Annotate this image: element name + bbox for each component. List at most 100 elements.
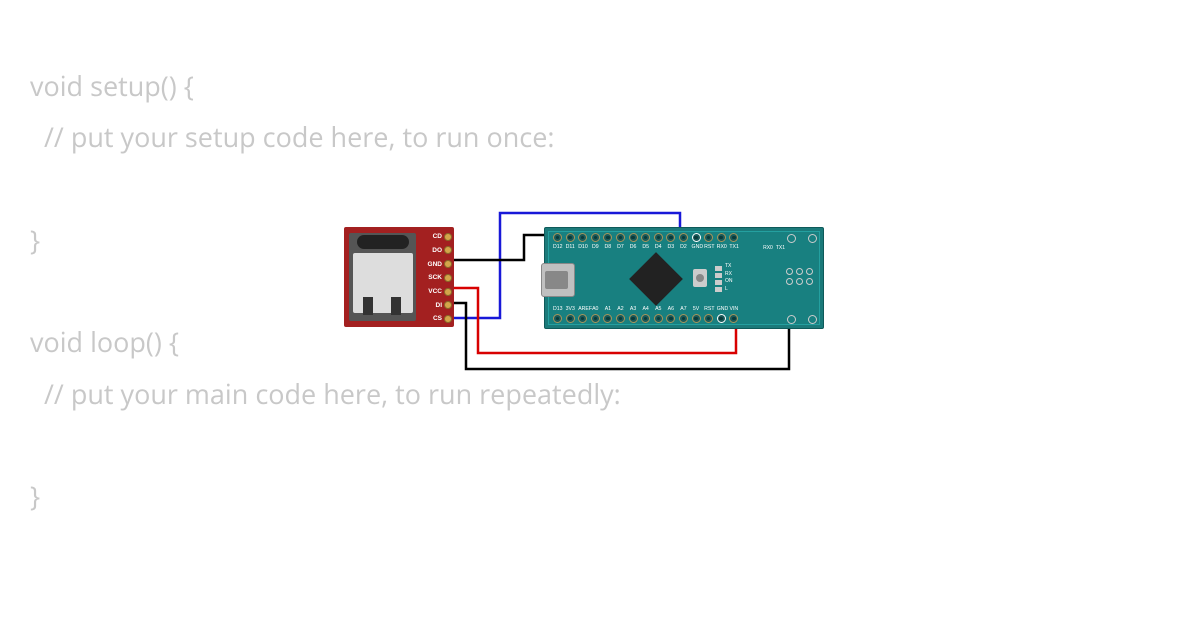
reset-button[interactable] — [693, 269, 707, 287]
code-line: // put your setup code here, to run once… — [30, 118, 555, 155]
pin-label: D5 — [641, 244, 650, 250]
code-line: } — [30, 477, 40, 514]
code-line: } — [30, 221, 40, 258]
sd-pin-cd[interactable]: CD — [428, 231, 452, 243]
sd-slot — [349, 233, 416, 321]
pin-label: D10 — [578, 244, 587, 250]
icsp-header — [786, 268, 813, 295]
pin-label: A0 — [591, 306, 600, 312]
led-icon — [715, 273, 722, 278]
pin-hole-icon — [444, 301, 452, 309]
code-line: void loop() { — [30, 323, 179, 360]
pad-icon — [806, 268, 813, 275]
nano-pin-5v[interactable] — [692, 314, 701, 323]
nano-pin-d13[interactable] — [553, 314, 562, 323]
pin-label: GND — [692, 244, 701, 250]
sd-pin-do[interactable]: DO — [428, 245, 452, 257]
led-icon — [715, 266, 722, 271]
nano-pin-d10[interactable] — [578, 233, 587, 242]
sd-pin-di[interactable]: DI — [428, 299, 452, 311]
sd-pin-sck[interactable]: SCK — [428, 272, 452, 284]
nano-pin-a5[interactable] — [654, 314, 663, 323]
nano-pin-tx1[interactable] — [729, 233, 738, 242]
nano-pin-aref[interactable] — [578, 314, 587, 323]
pin-label: RST — [704, 306, 713, 312]
nano-pin-3v3[interactable] — [566, 314, 575, 323]
nano-pin-gnd[interactable] — [717, 314, 726, 323]
arduino-nano[interactable]: TX RX ON L D12D11D10D9D8D7D6D5D4D3D2GNDR… — [544, 227, 824, 329]
pin-hole-icon — [444, 288, 452, 296]
pin-label: A1 — [603, 306, 612, 312]
nano-pin-d3[interactable] — [666, 233, 675, 242]
pin-label: AREF — [578, 306, 587, 312]
pin-label: D8 — [603, 244, 612, 250]
nano-pin-a0[interactable] — [591, 314, 600, 323]
led-icon — [715, 287, 722, 292]
usb-port-icon — [541, 263, 575, 297]
pin-label: D4 — [654, 244, 663, 250]
nano-pin-d9[interactable] — [591, 233, 600, 242]
pin-hole-icon — [444, 233, 452, 241]
pin-label: A3 — [629, 306, 638, 312]
sd-battery-icon — [357, 235, 409, 249]
pin-hole-icon — [444, 274, 452, 282]
nano-pin-d6[interactable] — [629, 233, 638, 242]
nano-bottom-labels: D133V3AREFA0A1A2A3A4A5A6A75VRSTGNDVIN — [553, 306, 738, 312]
nano-pin-rx0[interactable] — [717, 233, 726, 242]
nano-pin-a7[interactable] — [679, 314, 688, 323]
nano-pin-vin[interactable] — [729, 314, 738, 323]
nano-pin-d2[interactable] — [679, 233, 688, 242]
pin-label: RST — [704, 244, 713, 250]
code-line: void setup() { — [30, 67, 194, 104]
nano-top-labels: D12D11D10D9D8D7D6D5D4D3D2GNDRSTRX0TX1 — [553, 244, 738, 250]
status-leds — [715, 266, 722, 292]
nano-pin-a2[interactable] — [616, 314, 625, 323]
nano-pin-d5[interactable] — [641, 233, 650, 242]
pin-label: A7 — [679, 306, 688, 312]
wiring-diagram: CD DO GND SCK VCC DI CS TX RX ON L D12 D1… — [344, 213, 834, 373]
pad-icon — [787, 234, 796, 243]
nano-pin-rst[interactable] — [704, 233, 713, 242]
nano-pin-a4[interactable] — [641, 314, 650, 323]
led-label: L — [725, 287, 733, 293]
sd-slot-shield — [353, 253, 413, 313]
pin-label: D3 — [666, 244, 675, 250]
nano-pin-gnd[interactable] — [692, 233, 701, 242]
nano-pin-d12[interactable] — [553, 233, 562, 242]
sd-pin-cs[interactable]: CS — [428, 313, 452, 325]
nano-serial-labels: RX0 TX1 — [763, 245, 785, 251]
led-labels: TX RX ON L — [725, 264, 733, 292]
pin-label: D13 — [553, 306, 562, 312]
nano-pin-a6[interactable] — [666, 314, 675, 323]
pad-icon — [796, 268, 803, 275]
pin-hole-icon — [444, 260, 452, 268]
nano-pin-d8[interactable] — [603, 233, 612, 242]
pad-icon — [786, 278, 793, 285]
sd-pin-gnd[interactable]: GND — [428, 258, 452, 270]
nano-pin-a1[interactable] — [603, 314, 612, 323]
nano-pin-d11[interactable] — [566, 233, 575, 242]
nano-end-pads — [787, 244, 817, 314]
pin-label: VIN — [729, 306, 738, 312]
pad-icon — [787, 315, 796, 324]
pin-label: D12 — [553, 244, 562, 250]
nano-top-pins — [553, 233, 738, 242]
sd-pin-vcc[interactable]: VCC — [428, 286, 452, 298]
nano-pin-d4[interactable] — [654, 233, 663, 242]
pin-label: A5 — [654, 306, 663, 312]
pin-hole-icon — [444, 315, 452, 323]
nano-pin-a3[interactable] — [629, 314, 638, 323]
pin-hole-icon — [444, 246, 452, 254]
pin-label: D9 — [591, 244, 600, 250]
pad-icon — [808, 315, 817, 324]
pin-label: TX1 — [776, 245, 785, 251]
pin-label: RX0 — [763, 245, 773, 251]
nano-pin-rst[interactable] — [704, 314, 713, 323]
nano-pin-d7[interactable] — [616, 233, 625, 242]
pin-label: GND — [717, 306, 726, 312]
pin-label: 5V — [692, 306, 701, 312]
sd-card-module[interactable]: CD DO GND SCK VCC DI CS — [344, 227, 454, 327]
sd-notch — [391, 297, 401, 315]
pin-label: A6 — [666, 306, 675, 312]
wire-gnd-short — [451, 235, 552, 260]
